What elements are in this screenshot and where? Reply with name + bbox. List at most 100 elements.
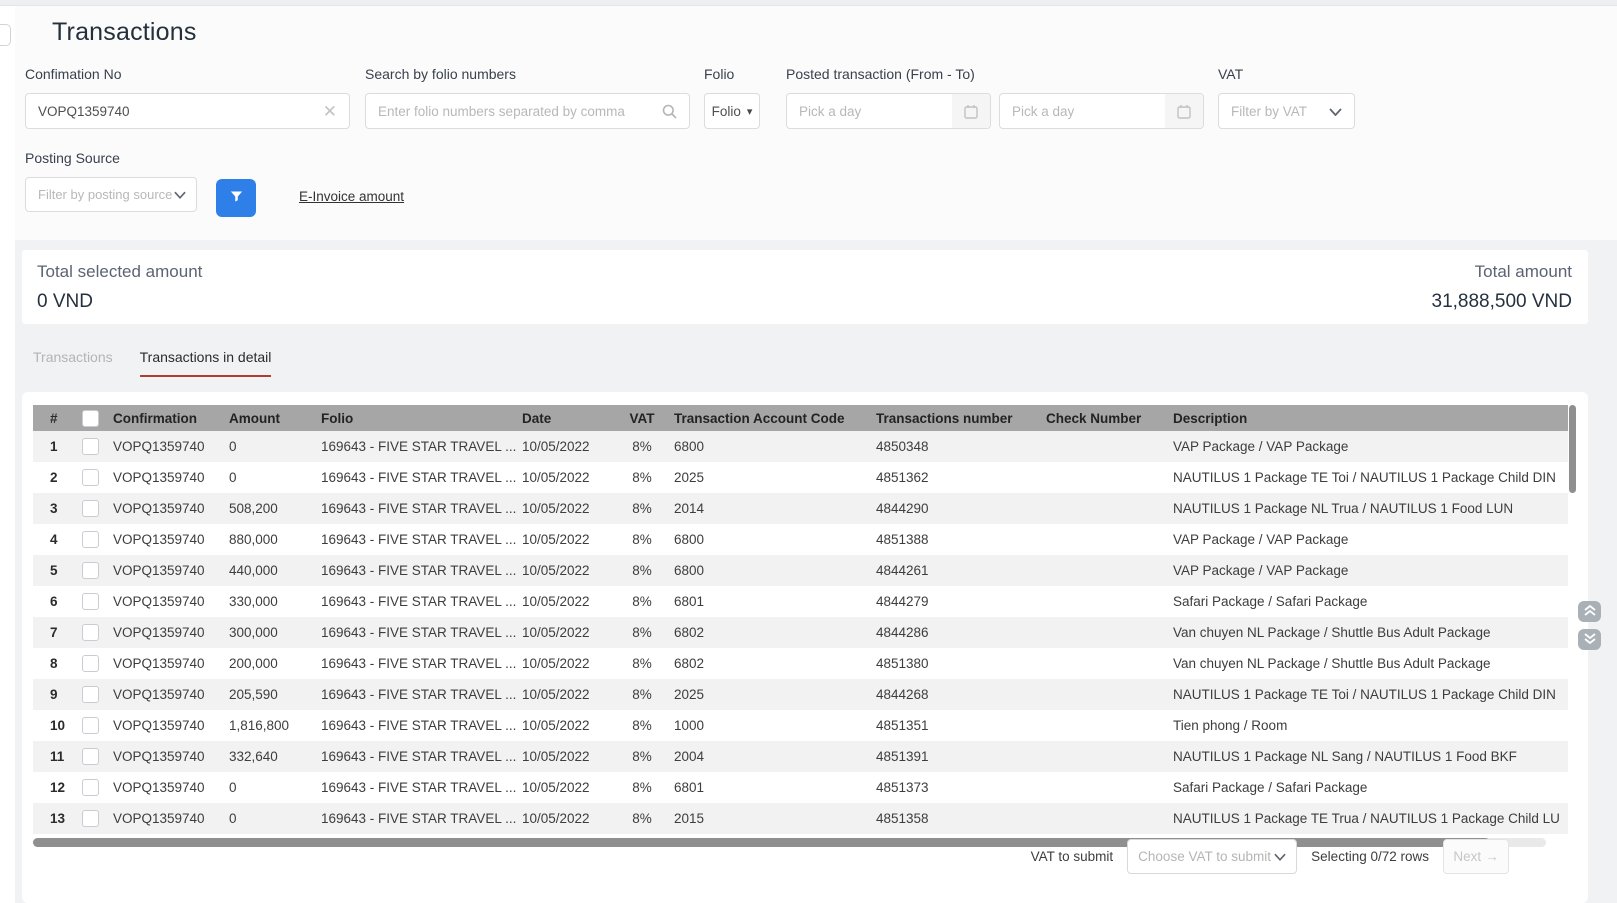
row-checkbox[interactable] — [82, 655, 99, 672]
cell-date: 10/05/2022 — [517, 803, 617, 834]
table-row[interactable]: 8VOPQ1359740200,000169643 - FIVE STAR TR… — [33, 648, 1568, 679]
arrow-right-icon: → — [1485, 849, 1499, 864]
col-description: Description — [1165, 405, 1568, 431]
folio-search-input[interactable]: Enter folio numbers separated by comma — [365, 93, 690, 129]
cell-check — [1039, 772, 1165, 803]
cell-select — [75, 617, 105, 648]
folio-dropdown[interactable]: Folio ▾ — [704, 93, 760, 129]
selection-count: Selecting 0/72 rows — [1311, 849, 1429, 864]
row-checkbox[interactable] — [82, 500, 99, 517]
cell-select — [75, 803, 105, 834]
cell-vat: 8% — [617, 524, 667, 555]
row-checkbox[interactable] — [82, 810, 99, 827]
cell-check — [1039, 524, 1165, 555]
cell-date: 10/05/2022 — [517, 617, 617, 648]
posting-source-dropdown[interactable]: Filter by posting source — [25, 177, 197, 212]
table-row[interactable]: 6VOPQ1359740330,000169643 - FIVE STAR TR… — [33, 586, 1568, 617]
table-row[interactable]: 2VOPQ13597400169643 - FIVE STAR TRAVEL .… — [33, 462, 1568, 493]
cell-vat: 8% — [617, 679, 667, 710]
row-checkbox[interactable] — [82, 531, 99, 548]
posted-to-input[interactable]: Pick a day — [999, 93, 1204, 129]
cell-select — [75, 431, 105, 462]
cell-desc: Van chuyen NL Package / Shuttle Bus Adul… — [1165, 617, 1568, 648]
table-row[interactable]: 4VOPQ1359740880,000169643 - FIVE STAR TR… — [33, 524, 1568, 555]
cell-check — [1039, 462, 1165, 493]
tab-transactions[interactable]: Transactions — [33, 349, 113, 377]
folio-label: Folio — [704, 66, 760, 82]
table-row[interactable]: 7VOPQ1359740300,000169643 - FIVE STAR TR… — [33, 617, 1568, 648]
col-account-code: Transaction Account Code — [667, 405, 869, 431]
clear-icon[interactable]: ✕ — [323, 103, 337, 120]
cell-txn: 4851351 — [869, 710, 1039, 741]
cell-check — [1039, 710, 1165, 741]
cell-n: 7 — [33, 617, 75, 648]
cell-confirmation: VOPQ1359740 — [105, 431, 225, 462]
scroll-to-bottom-button[interactable] — [1578, 629, 1601, 650]
cell-amount: 205,590 — [225, 679, 317, 710]
chevron-down-icon — [174, 187, 186, 202]
table-row[interactable]: 13VOPQ13597400169643 - FIVE STAR TRAVEL … — [33, 803, 1568, 834]
cell-vat: 8% — [617, 617, 667, 648]
select-all-checkbox[interactable] — [82, 410, 99, 427]
row-checkbox[interactable] — [82, 624, 99, 641]
table-row[interactable]: 12VOPQ13597400169643 - FIVE STAR TRAVEL … — [33, 772, 1568, 803]
cell-confirmation: VOPQ1359740 — [105, 648, 225, 679]
cell-date: 10/05/2022 — [517, 741, 617, 772]
col-check-number: Check Number — [1039, 405, 1165, 431]
vertical-scrollbar-thumb[interactable] — [1569, 405, 1576, 493]
cell-amount: 332,640 — [225, 741, 317, 772]
total-amount-value: 31,888,500 VND — [1432, 291, 1573, 313]
row-checkbox[interactable] — [82, 748, 99, 765]
confirmation-input[interactable]: VOPQ1359740 ✕ — [25, 93, 350, 129]
cell-txn: 4851358 — [869, 803, 1039, 834]
cell-check — [1039, 679, 1165, 710]
table-row[interactable]: 3VOPQ1359740508,200169643 - FIVE STAR TR… — [33, 493, 1568, 524]
col-amount: Amount — [225, 405, 317, 431]
cell-n: 8 — [33, 648, 75, 679]
row-checkbox[interactable] — [82, 593, 99, 610]
vat-dropdown[interactable]: Filter by VAT — [1218, 93, 1355, 129]
cell-n: 5 — [33, 555, 75, 586]
cell-amount: 440,000 — [225, 555, 317, 586]
table-row[interactable]: 1VOPQ13597400169643 - FIVE STAR TRAVEL .… — [33, 431, 1568, 462]
cell-account: 6802 — [667, 617, 869, 648]
transactions-table: # Confirmation Amount Folio Date VAT Tra… — [33, 405, 1568, 834]
cell-desc: Tien phong / Room — [1165, 710, 1568, 741]
cell-folio: 169643 - FIVE STAR TRAVEL ... — [317, 803, 517, 834]
cell-folio: 169643 - FIVE STAR TRAVEL ... — [317, 431, 517, 462]
col-select-all — [75, 405, 105, 431]
calendar-icon[interactable] — [1165, 94, 1203, 128]
cell-amount: 0 — [225, 772, 317, 803]
row-checkbox[interactable] — [82, 779, 99, 796]
row-checkbox[interactable] — [82, 686, 99, 703]
cell-vat: 8% — [617, 586, 667, 617]
cell-account: 1000 — [667, 710, 869, 741]
table-row[interactable]: 5VOPQ1359740440,000169643 - FIVE STAR TR… — [33, 555, 1568, 586]
col-confirmation: Confirmation — [105, 405, 225, 431]
cell-desc: Safari Package / Safari Package — [1165, 586, 1568, 617]
total-amount-label: Total amount — [1432, 262, 1573, 282]
row-checkbox[interactable] — [82, 438, 99, 455]
transactions-table-card: # Confirmation Amount Folio Date VAT Tra… — [22, 392, 1588, 903]
cell-n: 2 — [33, 462, 75, 493]
table-row[interactable]: 10VOPQ13597401,816,800169643 - FIVE STAR… — [33, 710, 1568, 741]
table-row[interactable]: 9VOPQ1359740205,590169643 - FIVE STAR TR… — [33, 679, 1568, 710]
row-checkbox[interactable] — [82, 717, 99, 734]
row-checkbox[interactable] — [82, 469, 99, 486]
posted-range-label: Posted transaction (From - To) — [786, 66, 1206, 82]
einvoice-amount-link[interactable]: E-Invoice amount — [299, 189, 404, 204]
table-row[interactable]: 11VOPQ1359740332,640169643 - FIVE STAR T… — [33, 741, 1568, 772]
calendar-icon[interactable] — [952, 94, 990, 128]
vat-to-submit-dropdown[interactable]: Choose VAT to submit — [1127, 839, 1297, 874]
scroll-to-top-button[interactable] — [1578, 601, 1601, 622]
posted-from-input[interactable]: Pick a day — [786, 93, 991, 129]
cell-account: 6800 — [667, 431, 869, 462]
sidebar-toggle-fragment[interactable] — [0, 24, 11, 46]
posted-range-group: Posted transaction (From - To) Pick a da… — [786, 66, 1206, 129]
row-checkbox[interactable] — [82, 562, 99, 579]
tab-transactions-in-detail[interactable]: Transactions in detail — [140, 349, 272, 377]
apply-filter-button[interactable] — [216, 179, 256, 217]
cell-date: 10/05/2022 — [517, 772, 617, 803]
next-button[interactable]: Next → — [1443, 839, 1509, 874]
cell-txn: 4851380 — [869, 648, 1039, 679]
